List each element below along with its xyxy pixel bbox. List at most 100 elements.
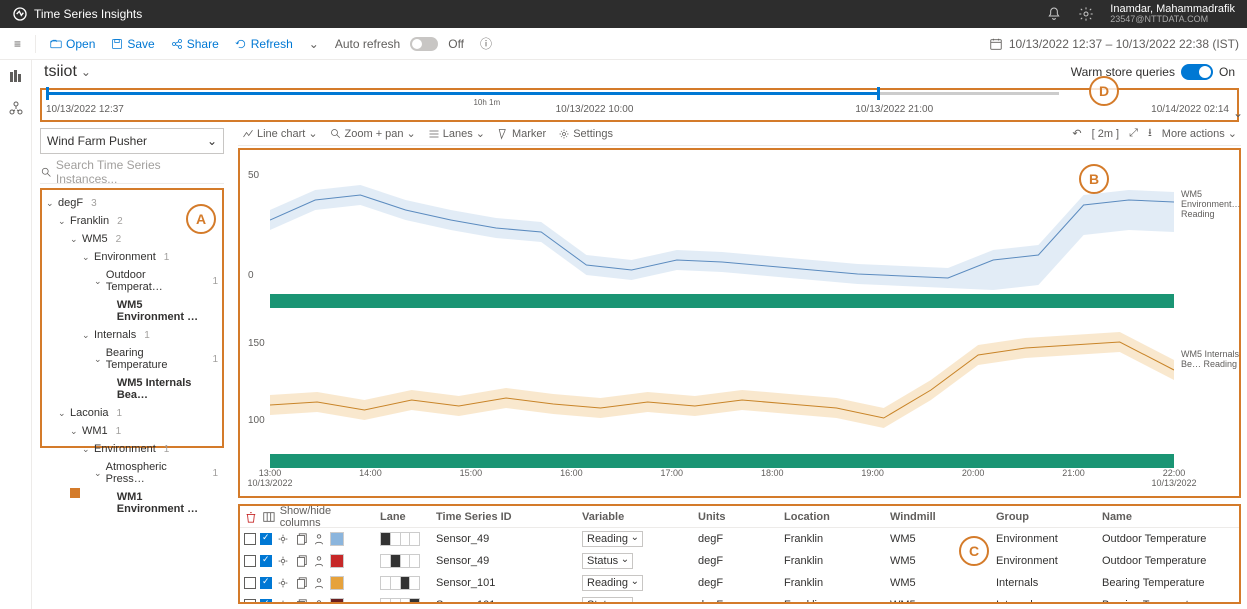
variable-select[interactable]: Reading <box>582 531 643 547</box>
share-button[interactable]: Share <box>165 33 225 55</box>
row-select-checkbox[interactable] <box>244 577 256 589</box>
tree-node[interactable]: ⌄Internals1 <box>42 326 222 344</box>
user-account[interactable]: Inamdar, Mahammadrafik 23547@NTTDATA.COM <box>1110 3 1235 25</box>
copy-icon[interactable] <box>294 554 308 568</box>
tree-node[interactable]: ⌄Outdoor Temperat…1 <box>42 266 222 296</box>
undo-icon[interactable]: ↶ <box>1072 124 1081 143</box>
chart-settings-button[interactable]: Settings <box>558 128 613 140</box>
well-table: C Show/hide columns Lane Time Series ID … <box>238 504 1241 604</box>
table-row[interactable]: Sensor_49 Reading degF Franklin WM5 Envi… <box>240 528 1239 550</box>
lane-selector[interactable] <box>380 576 420 590</box>
explorer-icon[interactable] <box>8 68 24 84</box>
more-actions-button[interactable]: More actions⌄ <box>1162 124 1237 143</box>
table-row[interactable]: Sensor_101 Status degF Franklin WM5 Inte… <box>240 594 1239 604</box>
open-button[interactable]: Open <box>44 33 101 55</box>
color-chip[interactable] <box>330 532 344 546</box>
search-input[interactable]: Search Time Series Instances... <box>40 160 224 184</box>
row-visible-checkbox[interactable] <box>260 555 272 567</box>
tree-node[interactable]: WM5 Internals Bea… <box>42 374 222 404</box>
tree-node[interactable]: WM5 Environment … <box>42 296 222 326</box>
environment-name[interactable]: tsiiot <box>44 63 77 81</box>
lane-selector[interactable] <box>380 598 420 604</box>
annotation-C: C <box>959 536 989 566</box>
hamburger-icon[interactable]: ≡ <box>8 33 27 55</box>
gear-icon[interactable] <box>276 532 290 546</box>
warm-store-toggle[interactable] <box>1181 64 1213 80</box>
person-icon[interactable] <box>312 532 326 546</box>
app-header: Time Series Insights Inamdar, Mahammadra… <box>0 0 1247 28</box>
availability-bar-1 <box>270 294 1174 308</box>
span-label: 10h 1m <box>471 98 502 107</box>
row-visible-checkbox[interactable] <box>260 599 272 604</box>
row-visible-checkbox[interactable] <box>260 533 272 545</box>
trash-icon[interactable] <box>244 510 258 524</box>
timeline-expand-icon[interactable]: ⌄ <box>1233 106 1243 120</box>
tree-node[interactable]: ⌄Atmospheric Press…1 <box>42 458 222 488</box>
gear-icon[interactable] <box>276 576 290 590</box>
color-chip[interactable] <box>330 598 344 604</box>
copy-icon[interactable] <box>294 598 308 604</box>
table-row[interactable]: Sensor_49 Status degF Franklin WM5 Envir… <box>240 550 1239 572</box>
search-icon <box>40 166 52 178</box>
person-icon[interactable] <box>312 598 326 604</box>
row-select-checkbox[interactable] <box>244 555 256 567</box>
refresh-dropdown-icon[interactable]: ⌄ <box>303 33 325 55</box>
copy-icon[interactable] <box>294 532 308 546</box>
time-range-label[interactable]: 10/13/2022 12:37 – 10/13/2022 22:38 (IST… <box>1009 37 1239 51</box>
tree-node[interactable]: ⌄WM11 <box>42 422 222 440</box>
gear-icon[interactable] <box>1078 6 1094 22</box>
command-toolbar: ≡ Open Save Share Refresh ⌄ Auto refresh… <box>0 28 1247 60</box>
auto-refresh-toggle[interactable] <box>410 37 438 51</box>
row-select-checkbox[interactable] <box>244 533 256 545</box>
chart-container: B 50 0 WM5 Environment… Reading <box>238 148 1241 498</box>
tree-node[interactable]: WM1 Environment … <box>42 488 222 518</box>
lane-selector[interactable] <box>380 554 420 568</box>
gear-icon[interactable] <box>276 554 290 568</box>
tree-node[interactable]: ⌄Bearing Temperature1 <box>42 344 222 374</box>
tree-node[interactable]: ⌄Environment1 <box>42 440 222 458</box>
connect-icon[interactable]: ⤢ <box>1129 124 1138 143</box>
chart-pane-1[interactable]: 50 0 <box>270 160 1174 290</box>
row-select-checkbox[interactable] <box>244 599 256 604</box>
tree-node[interactable]: ⌄Laconia1 <box>42 404 222 422</box>
lanes-button[interactable]: Lanes⌄ <box>428 127 485 140</box>
annotation-A: A <box>186 204 216 234</box>
color-chip[interactable] <box>330 576 344 590</box>
color-chip[interactable] <box>330 554 344 568</box>
x-tick: 21:00 <box>1062 468 1085 478</box>
y-tick: 50 <box>248 170 259 181</box>
variable-select[interactable]: Status <box>582 553 633 569</box>
time-slider[interactable]: 10h 1m <box>46 92 1059 95</box>
marker-button[interactable]: Marker <box>497 128 546 140</box>
variable-select[interactable]: Status <box>582 597 633 604</box>
tree-container: A ⌄degF3⌄Franklin2⌄WM52⌄Environment1⌄Out… <box>40 188 224 448</box>
download-icon[interactable]: ⭳ <box>1148 124 1152 143</box>
row-visible-checkbox[interactable] <box>260 577 272 589</box>
person-icon[interactable] <box>312 576 326 590</box>
calendar-icon[interactable] <box>989 37 1003 51</box>
x-tick: 14:00 <box>359 468 382 478</box>
x-tick: 13:0010/13/2022 <box>247 468 292 488</box>
table-row[interactable]: Sensor_101 Reading degF Franklin WM5 Int… <box>240 572 1239 594</box>
tree-node[interactable]: ⌄Environment1 <box>42 248 222 266</box>
env-dropdown-icon[interactable]: ⌄ <box>81 65 91 79</box>
x-tick: 15:00 <box>460 468 483 478</box>
lane-selector[interactable] <box>380 532 420 546</box>
model-icon[interactable] <box>8 100 24 116</box>
variable-select[interactable]: Reading <box>582 575 643 591</box>
person-icon[interactable] <box>312 554 326 568</box>
interval-label[interactable]: [ 2m ] <box>1092 124 1120 143</box>
save-button[interactable]: Save <box>105 33 160 55</box>
columns-icon[interactable] <box>262 510 276 524</box>
chevron-down-icon: ⌄ <box>207 134 217 148</box>
hierarchy-select[interactable]: Wind Farm Pusher⌄ <box>40 128 224 154</box>
gear-icon[interactable] <box>276 598 290 604</box>
refresh-button[interactable]: Refresh <box>229 33 299 55</box>
chart-pane-2[interactable]: 150 100 <box>270 320 1174 450</box>
info-icon[interactable]: ⓘ <box>474 31 498 56</box>
chart-type-button[interactable]: Line chart⌄ <box>242 127 318 140</box>
copy-icon[interactable] <box>294 576 308 590</box>
time-tick-mid2: 10/13/2022 21:00 <box>855 104 933 115</box>
bell-icon[interactable] <box>1046 6 1062 22</box>
zoom-button[interactable]: Zoom + pan⌄ <box>330 127 416 140</box>
